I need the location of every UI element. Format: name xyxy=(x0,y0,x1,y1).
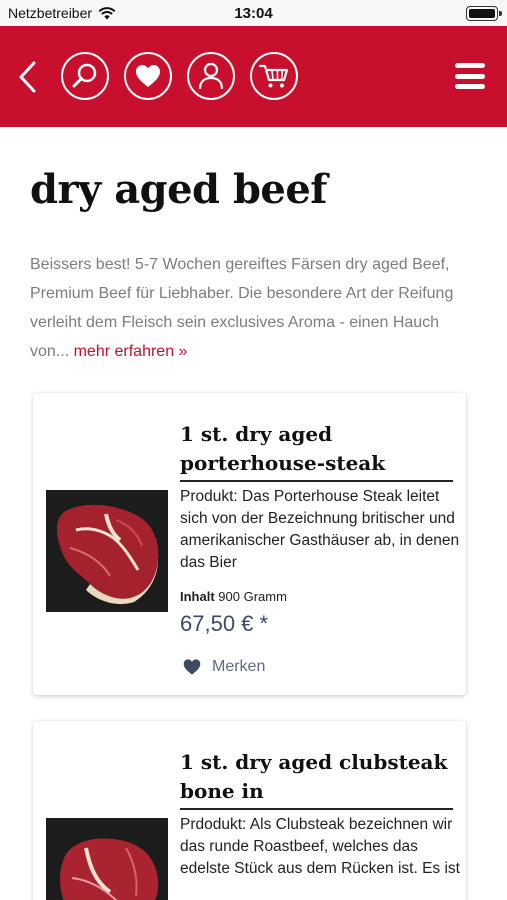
more-link[interactable]: mehr erfahren » xyxy=(74,343,188,360)
product-name[interactable]: 1 st. dry aged porterhouse-steak xyxy=(180,420,453,482)
heart-icon xyxy=(136,65,160,87)
product-name[interactable]: 1 st. dry aged clubsteak bone in xyxy=(180,748,453,810)
wishlist-add-button[interactable]: Merken xyxy=(182,658,265,676)
search-icon xyxy=(72,63,97,88)
product-price: 67,50 € * xyxy=(180,611,269,636)
clock: 13:04 xyxy=(234,5,273,22)
page-title: dry aged beef xyxy=(30,166,328,213)
chevron-left-icon[interactable] xyxy=(14,59,44,95)
app-header xyxy=(0,26,507,127)
product-image[interactable] xyxy=(46,490,168,612)
status-bar: Netzbetreiber 13:04 xyxy=(0,0,507,26)
product-card[interactable]: 1 st. dry aged clubsteak bone in Prdoduk… xyxy=(33,721,466,900)
product-card[interactable]: 1 st. dry aged porterhouse-steak Produkt… xyxy=(33,393,466,695)
product-description: Prdodukt: Als Clubsteak bezeichnen wir d… xyxy=(180,816,460,877)
product-content: Inhalt 900 Gramm xyxy=(180,589,287,604)
cart-button[interactable] xyxy=(250,52,298,100)
search-button[interactable] xyxy=(61,52,109,100)
cart-icon xyxy=(258,64,289,88)
wishlist-label: Merken xyxy=(212,658,266,675)
account-button[interactable] xyxy=(187,52,235,100)
content-value: 900 Gramm xyxy=(218,589,287,604)
hamburger-menu-icon[interactable] xyxy=(455,63,485,89)
wishlist-button[interactable] xyxy=(124,52,172,100)
category-description: Beissers best! 5-7 Wochen gereiftes Färs… xyxy=(30,250,482,366)
product-description: Produkt: Das Porterhouse Steak leitet si… xyxy=(180,488,460,571)
battery-icon xyxy=(466,6,502,21)
product-image[interactable] xyxy=(46,818,168,900)
user-icon xyxy=(198,62,224,90)
content-label: Inhalt xyxy=(180,589,215,604)
heart-icon xyxy=(183,659,201,675)
